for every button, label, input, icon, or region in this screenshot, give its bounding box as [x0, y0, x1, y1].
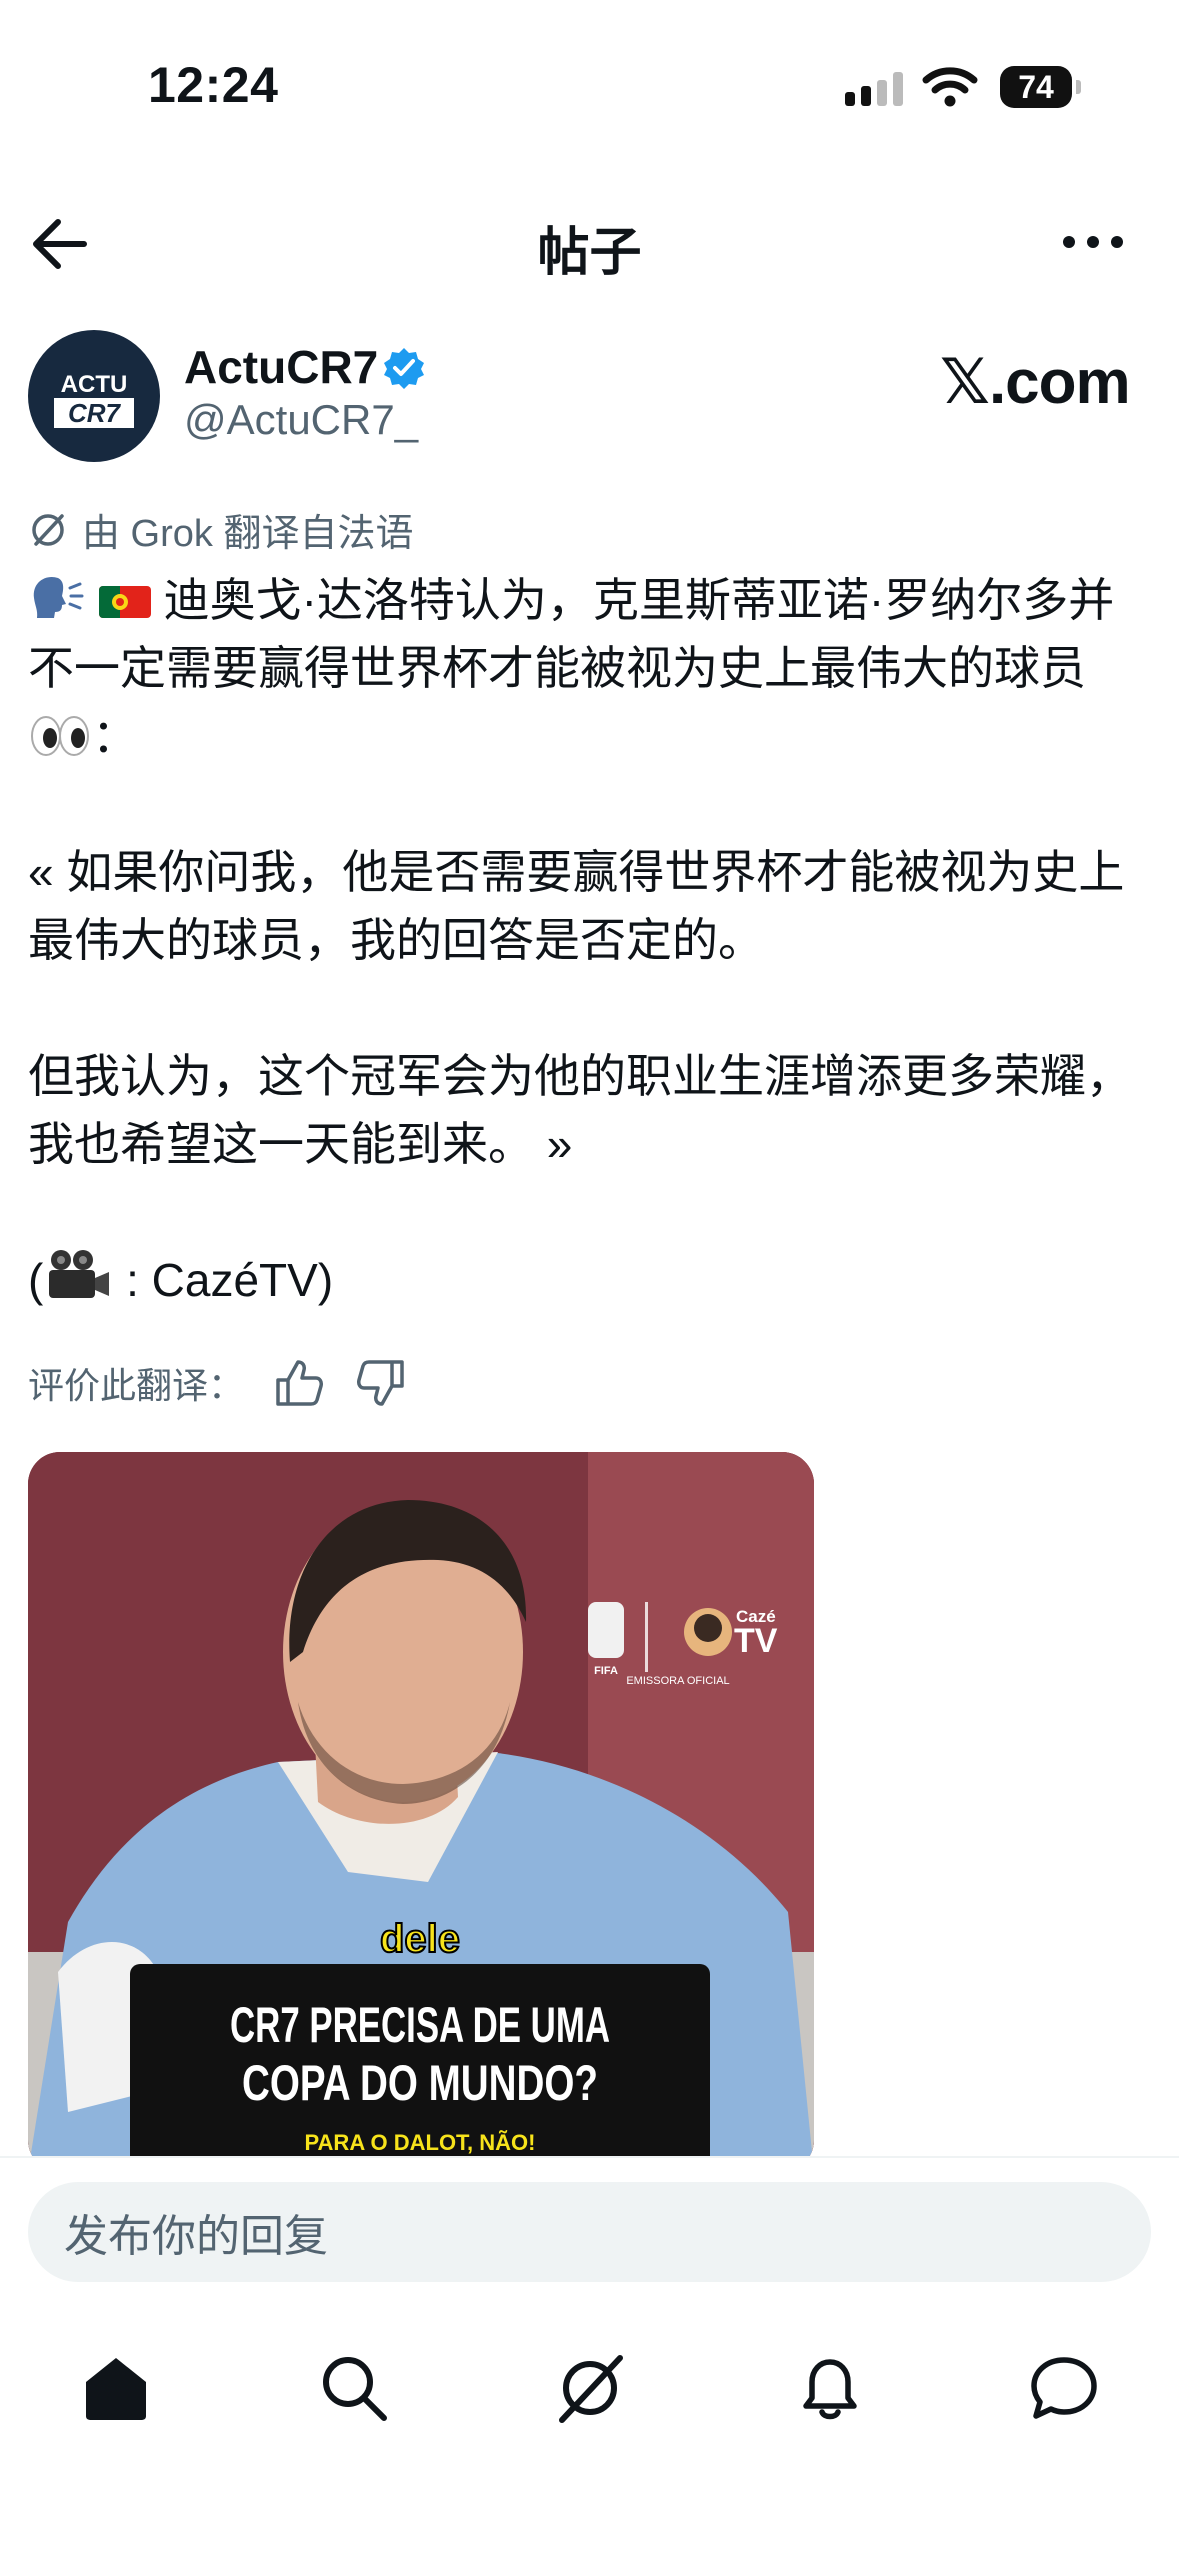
broadcaster-label: EMISSORA OFICIAL	[626, 1675, 729, 1687]
search-icon[interactable]	[316, 2350, 392, 2426]
post-quote-2: 但我认为，这个冠军会为他的职业生涯增添更多荣耀，我也希望这一天能到来。 »	[28, 1050, 1132, 1170]
grok-icon[interactable]	[552, 2350, 628, 2426]
rate-translation: 评价此翻译：	[28, 1356, 408, 1410]
portugal-flag-icon	[98, 586, 151, 618]
cazetv-logo-tv: TV	[734, 1622, 778, 1660]
home-icon[interactable]	[78, 2350, 154, 2426]
avatar-text-bottom: CR7	[68, 398, 122, 428]
credit-text: : CazéTV)	[113, 1254, 334, 1306]
battery-indicator: 74	[1000, 66, 1081, 108]
video-caption-word: dele	[380, 1917, 460, 1961]
signal-icon	[845, 72, 903, 106]
reply-input[interactable]: 发布你的回复	[28, 2182, 1151, 2282]
post-credit: ( : CazéTV)	[28, 1246, 1158, 1314]
reply-placeholder: 发布你的回复	[64, 2212, 328, 2261]
headline-subline: PARA O DALOT, NÃO!	[305, 2130, 536, 2155]
reply-divider	[0, 2156, 1179, 2158]
credit-open: (	[28, 1254, 44, 1306]
thumbs-down-icon[interactable]	[354, 1356, 408, 1410]
grok-icon	[32, 513, 64, 546]
messages-icon[interactable]	[1026, 2350, 1102, 2426]
eyes-icon	[31, 716, 89, 756]
post-text-1-suffix: ：	[92, 710, 138, 762]
fifa-label: FIFA	[594, 1665, 618, 1677]
translation-note-text: 由 Grok 翻译自法语	[82, 513, 414, 555]
author-name[interactable]: ActuCR7	[184, 340, 378, 394]
avatar[interactable]: ACTU CR7	[28, 330, 160, 462]
post-paragraph-1: 迪奥戈·达洛特认为，克里斯蒂亚诺·罗纳尔多并不一定需要赢得世界杯才能被视为史上最…	[28, 566, 1158, 770]
fifa-trophy-logo	[588, 1602, 624, 1658]
post-video-thumbnail[interactable]: FIFA Cazé TV EMISSORA OFICIAL dele CR7 P…	[28, 1452, 814, 2172]
thumbs-up-icon[interactable]	[272, 1356, 326, 1410]
speaking-head-icon	[33, 576, 84, 618]
wifi-icon	[922, 67, 978, 107]
post-body: 迪奥戈·达洛特认为，克里斯蒂亚诺·罗纳尔多并不一定需要赢得世界杯才能被视为史上最…	[28, 566, 1158, 1314]
post-quote-1: « 如果你问我，他是否需要赢得世界杯才能被视为史上最伟大的球员，我的回答是否定的…	[28, 846, 1125, 966]
translation-note: 由 Grok 翻译自法语	[28, 502, 413, 557]
status-time: 12:24	[148, 57, 279, 113]
notifications-icon[interactable]	[792, 2350, 868, 2426]
page-title: 帖子	[537, 224, 642, 282]
headline-line-1: CR7 PRECISA DE UMA	[230, 1997, 610, 2053]
more-options-icon[interactable]	[1060, 222, 1126, 262]
rate-translation-label: 评价此翻译：	[28, 1365, 245, 1406]
verified-badge-icon	[384, 348, 424, 389]
author-handle[interactable]: @ActuCR7_	[184, 396, 418, 444]
post-text-1: 迪奥戈·达洛特认为，克里斯蒂亚诺·罗纳尔多并不一定需要赢得世界杯才能被视为史上最…	[28, 574, 1115, 694]
video-camera-icon	[49, 1250, 110, 1298]
x-watermark: 𝕏.com	[940, 348, 1131, 417]
headline-line-2: COPA DO MUNDO?	[242, 2055, 598, 2111]
avatar-text-top: ACTU	[61, 371, 128, 398]
